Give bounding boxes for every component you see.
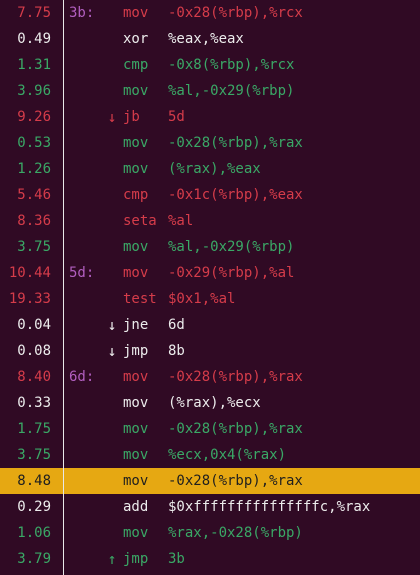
instruction-operands: (%rax),%ecx: [168, 395, 261, 411]
instruction-mnemonic: mov: [123, 369, 149, 385]
sample-percent: 1.31: [17, 57, 51, 73]
instruction-mnemonic: jmp: [123, 551, 149, 567]
down-arrow-icon: ↓: [107, 316, 117, 334]
sample-percent: 7.75: [17, 5, 51, 21]
instruction-operands: -0x28(%rbp),%rax: [168, 421, 303, 437]
sample-percent: 9.26: [17, 109, 51, 125]
instruction-operands: %al,-0x29(%rbp): [168, 239, 295, 255]
instruction-operands: %ecx,0x4(%rax): [168, 447, 287, 463]
instruction-mnemonic: jmp: [123, 343, 149, 359]
instruction-mnemonic: jne: [123, 317, 149, 333]
instruction-operands: %al: [168, 213, 194, 229]
instruction-operands: 5d: [168, 109, 185, 125]
instruction-operands: -0x8(%rbp),%rcx: [168, 57, 295, 73]
instruction-operands: -0x1c(%rbp),%eax: [168, 187, 303, 203]
sample-percent: 3.96: [17, 83, 51, 99]
instruction-operands: %rax,-0x28(%rbp): [168, 525, 303, 541]
instruction-mnemonic: xor: [123, 31, 149, 47]
jump-label: 3b:: [69, 5, 95, 21]
instruction-mnemonic: mov: [123, 447, 149, 463]
sample-percent: 0.04: [17, 317, 51, 333]
sample-percent: 1.26: [17, 161, 51, 177]
sample-percent: 0.29: [17, 499, 51, 515]
sample-percent: 8.36: [17, 213, 51, 229]
sample-percent: 8.40: [17, 369, 51, 385]
sample-percent: 8.48: [17, 473, 51, 489]
instruction-mnemonic: test: [123, 291, 157, 307]
instruction-operands: $0xfffffffffffffffc,%rax: [168, 499, 371, 515]
instruction-mnemonic: mov: [123, 135, 149, 151]
instruction-mnemonic: jb: [123, 109, 140, 125]
up-arrow-icon: ↑: [107, 550, 117, 568]
instruction-mnemonic: cmp: [123, 57, 149, 73]
instruction-operands: 3b: [168, 551, 185, 567]
jump-label: 6d:: [69, 369, 95, 385]
instruction-mnemonic: mov: [123, 265, 149, 281]
instruction-operands: -0x28(%rbp),%rax: [168, 369, 303, 385]
sample-percent: 0.53: [17, 135, 51, 151]
instruction-mnemonic: mov: [123, 525, 149, 541]
instruction-operands: -0x28(%rbp),%rcx: [168, 5, 303, 21]
instruction-mnemonic: seta: [123, 213, 157, 229]
instruction-operands: -0x29(%rbp),%al: [168, 265, 295, 281]
instruction-operands: (%rax),%eax: [168, 161, 261, 177]
instruction-mnemonic: mov: [123, 161, 149, 177]
instruction-mnemonic: cmp: [123, 187, 149, 203]
instruction-operands: %al,-0x29(%rbp): [168, 83, 295, 99]
sample-percent: 10.44: [8, 265, 51, 281]
sample-percent: 19.33: [8, 291, 51, 307]
instruction-operands: -0x28(%rbp),%rax: [168, 473, 303, 489]
sample-percent: 0.49: [17, 31, 51, 47]
column-divider: [63, 0, 64, 575]
annotate-listing[interactable]: 7.75 3b: mov -0x28(%rbp),%rcx 0.49 xor %eax,%e…: [0, 0, 420, 575]
sample-percent: 3.75: [17, 239, 51, 255]
instruction-mnemonic: mov: [123, 239, 149, 255]
instruction-mnemonic: mov: [123, 395, 149, 411]
down-arrow-icon: ↓: [107, 342, 117, 360]
sample-percent: 3.75: [17, 447, 51, 463]
instruction-operands: 8b: [168, 343, 185, 359]
sample-percent: 1.75: [17, 421, 51, 437]
sample-percent: 5.46: [17, 187, 51, 203]
instruction-operands: -0x28(%rbp),%rax: [168, 135, 303, 151]
sample-percent: 1.06: [17, 525, 51, 541]
instruction-mnemonic: add: [123, 499, 149, 515]
sample-percent: 3.79: [17, 551, 51, 567]
instruction-operands: $0x1,%al: [168, 291, 236, 307]
instruction-operands: %eax,%eax: [168, 31, 244, 47]
instruction-mnemonic: mov: [123, 5, 149, 21]
down-arrow-icon: ↓: [107, 108, 117, 126]
instruction-mnemonic: mov: [123, 421, 149, 437]
sample-percent: 0.08: [17, 343, 51, 359]
jump-label: 5d:: [69, 265, 95, 281]
instruction-mnemonic: mov: [123, 83, 149, 99]
instruction-mnemonic: mov: [123, 473, 149, 489]
sample-percent: 0.33: [17, 395, 51, 411]
instruction-operands: 6d: [168, 317, 185, 333]
